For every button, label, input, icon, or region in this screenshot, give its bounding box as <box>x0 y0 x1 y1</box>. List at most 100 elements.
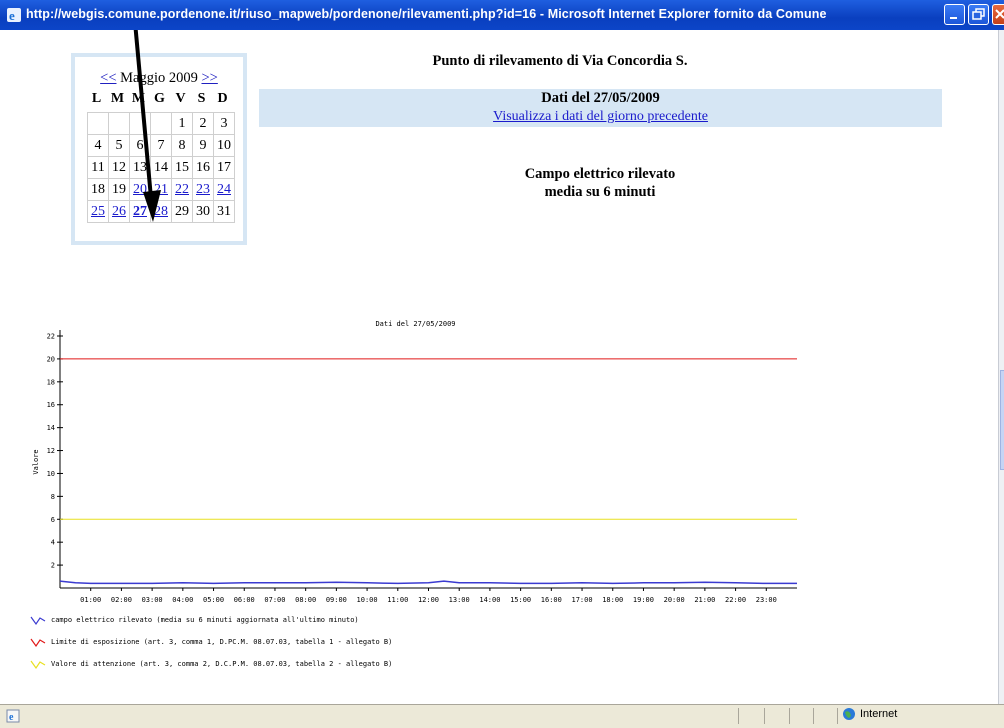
calendar-week: 123 <box>87 112 235 135</box>
close-icon <box>995 9 1004 19</box>
x-tick-label: 16:00 <box>541 596 562 602</box>
status-separator <box>764 708 765 724</box>
calendar-day[interactable]: 21 <box>150 178 172 201</box>
y-tick-label: 14 <box>47 424 55 432</box>
calendar-day: 2 <box>192 112 214 135</box>
calendar-day: 13 <box>129 156 151 179</box>
x-tick-label: 15:00 <box>510 596 531 602</box>
calendar-day: 12 <box>108 156 130 179</box>
page-title: Punto di rilevamento di Via Concordia S. <box>432 53 688 69</box>
calendar-day: 5 <box>108 134 130 157</box>
x-tick-label: 18:00 <box>602 596 623 602</box>
status-separator <box>813 708 814 724</box>
x-tick-label: 01:00 <box>80 596 101 602</box>
legend-swatch-icon <box>30 638 46 648</box>
x-tick-label: 05:00 <box>203 596 224 602</box>
calendar-day-link[interactable]: 28 <box>154 204 168 219</box>
y-axis-label: Valore <box>32 449 40 474</box>
calendar-day <box>150 112 172 135</box>
weekday-label: L <box>91 91 102 106</box>
day-heading: Dati del 27/05/2009 <box>541 90 660 106</box>
calendar-day: 18 <box>87 178 109 201</box>
calendar-week: 4 5 6 7 8 9 10 <box>87 134 235 157</box>
x-tick-label: 07:00 <box>264 596 285 602</box>
calendar-week: 11 12 13 14 15 16 17 <box>87 156 235 179</box>
calendar-day[interactable]: 24 <box>213 178 235 201</box>
minimize-button[interactable] <box>944 4 965 25</box>
x-tick-label: 22:00 <box>725 596 746 602</box>
calendar-day: 19 <box>108 178 130 201</box>
x-tick-label: 10:00 <box>357 596 378 602</box>
prev-day-link[interactable]: Visualizza i dati del giorno precedente <box>493 109 708 124</box>
restore-icon <box>972 8 985 20</box>
x-tick-label: 06:00 <box>234 596 255 602</box>
calendar-day[interactable]: 28 <box>150 200 172 223</box>
calendar-day[interactable]: 20 <box>129 178 151 201</box>
x-tick-label: 12:00 <box>418 596 439 602</box>
calendar-day[interactable]: 25 <box>87 200 109 223</box>
prev-month-link[interactable]: << <box>100 70 116 86</box>
vertical-scrollbar[interactable] <box>998 30 1004 704</box>
calendar-day[interactable]: 26 <box>108 200 130 223</box>
svg-text:e: e <box>9 8 15 23</box>
calendar-day <box>87 112 109 135</box>
calendar-day: 27 <box>129 200 151 223</box>
page-icon: e <box>6 709 20 723</box>
calendar-day-link[interactable]: 25 <box>91 204 105 219</box>
y-tick-label: 2 <box>51 562 55 570</box>
day-box: Dati del 27/05/2009 Visualizza i dati de… <box>259 89 942 127</box>
calendar-day-link[interactable]: 21 <box>154 182 168 197</box>
legend-swatch-icon <box>30 660 46 670</box>
x-tick-label: 02:00 <box>111 596 132 602</box>
scrollbar-thumb[interactable] <box>1000 370 1004 470</box>
weekday-label: M <box>131 91 146 106</box>
legend-label: campo elettrico rilevato (media su 6 min… <box>51 616 359 624</box>
y-tick-label: 6 <box>51 516 55 524</box>
weekday-label: S <box>197 91 206 106</box>
calendar-day: 6 <box>129 134 151 157</box>
legend-label: Valore di attenzione (art. 3, comma 2, D… <box>51 660 393 668</box>
calendar-weekdays: LMMGVSD <box>86 91 233 107</box>
y-tick-label: 20 <box>47 355 55 363</box>
security-zone: Internet <box>842 707 897 721</box>
calendar-day[interactable]: 22 <box>171 178 193 201</box>
calendar-day: 29 <box>171 200 193 223</box>
x-tick-label: 17:00 <box>572 596 593 602</box>
calendar-day: 4 <box>87 134 109 157</box>
calendar-day <box>108 112 130 135</box>
calendar-day: 10 <box>213 134 235 157</box>
weekday-label: M <box>110 91 125 106</box>
measure-title-line2: media su 6 minuti <box>544 184 656 200</box>
x-tick-label: 04:00 <box>172 596 193 602</box>
measure-title-line1: Campo elettrico rilevato <box>524 166 676 182</box>
measured-field-line <box>59 580 797 585</box>
zone-label: Internet <box>860 708 898 720</box>
close-button[interactable] <box>992 4 1004 25</box>
x-tick-label: 19:00 <box>633 596 654 602</box>
legend-swatch-icon <box>30 616 46 626</box>
calendar-day-link[interactable]: 23 <box>196 182 210 197</box>
calendar-day-link[interactable]: 20 <box>133 182 147 197</box>
y-tick-label: 4 <box>51 539 55 547</box>
window-titlebar[interactable]: e http://webgis.comune.pordenone.it/rius… <box>0 0 1004 30</box>
calendar-day-link[interactable]: 26 <box>112 204 126 219</box>
calendar-day[interactable]: 23 <box>192 178 214 201</box>
ie-icon: e <box>7 8 21 23</box>
calendar-day: 30 <box>192 200 214 223</box>
y-tick-label: 22 <box>47 333 55 341</box>
window-title: http://webgis.comune.pordenone.it/riuso_… <box>26 7 827 21</box>
status-separator <box>789 708 790 724</box>
next-month-link[interactable]: >> <box>201 70 217 86</box>
maximize-button[interactable] <box>968 4 989 25</box>
calendar-day: 8 <box>171 134 193 157</box>
x-tick-label: 23:00 <box>756 596 777 602</box>
calendar-day-link[interactable]: 22 <box>175 182 189 197</box>
month-calendar: << Maggio 2009 >> LMMGVSD 1 2 3 4 5 6 7 8 9 10 11 1… <box>71 53 247 245</box>
minimize-icon <box>950 17 957 19</box>
calendar-day-link[interactable]: 24 <box>217 182 231 197</box>
calendar-day: 11 <box>87 156 109 179</box>
x-tick-label: 20:00 <box>664 596 685 602</box>
calendar-month: Maggio 2009 <box>120 70 198 86</box>
y-tick-label: 12 <box>47 447 55 455</box>
weekday-label: G <box>154 91 165 106</box>
